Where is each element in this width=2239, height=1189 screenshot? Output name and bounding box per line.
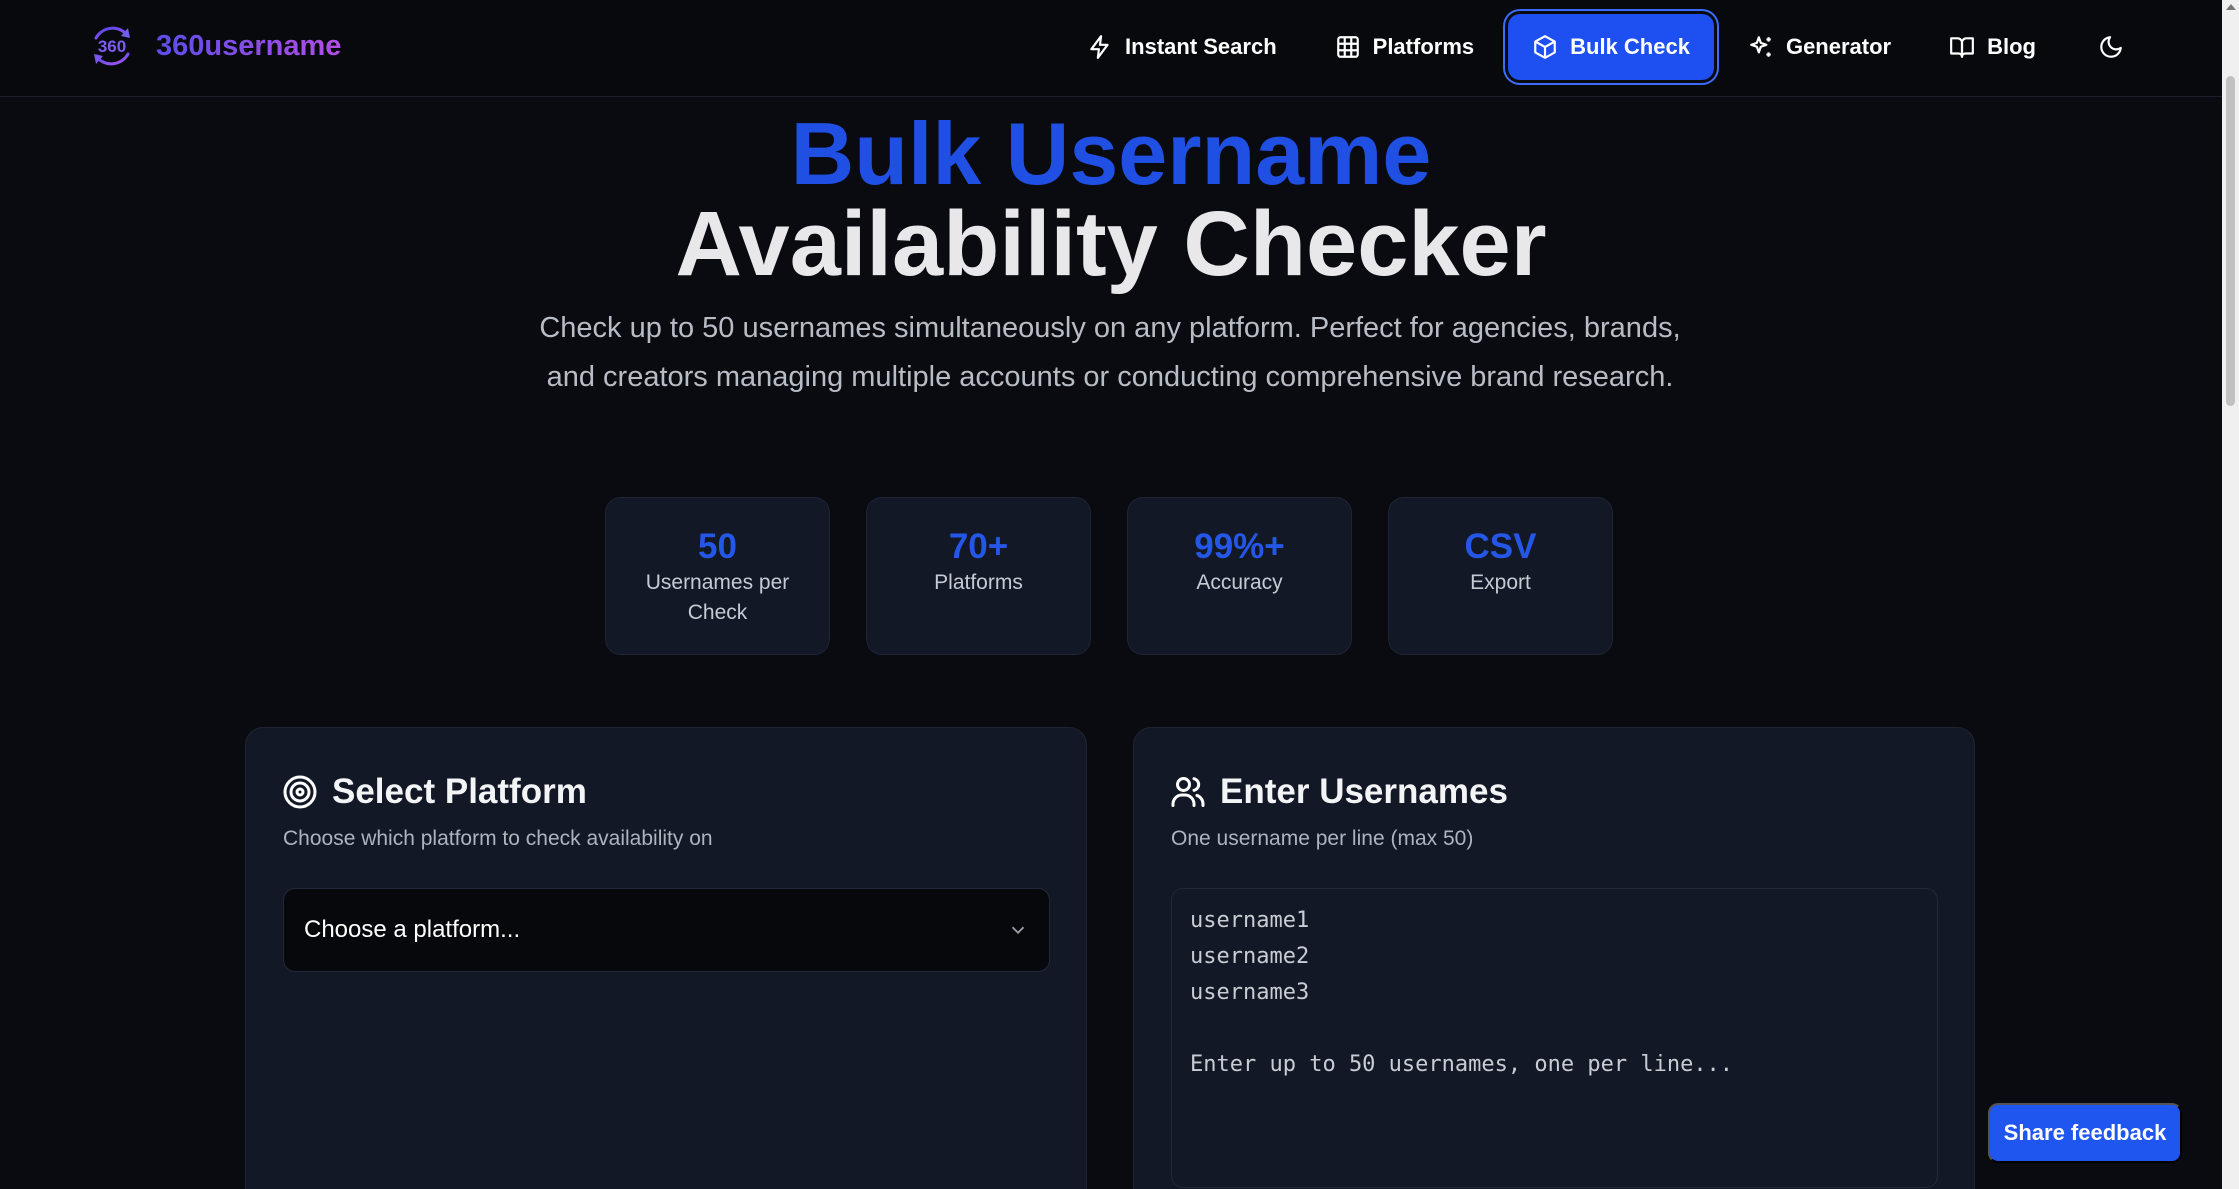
nav-label: Bulk Check <box>1570 34 1690 59</box>
stat-value: 70+ <box>948 527 1009 566</box>
nav-blog[interactable]: Blog <box>1925 14 2060 80</box>
nav-links: Instant Search Platforms Bulk Check Gene… <box>1063 14 2144 80</box>
stat-value: CSV <box>1464 527 1537 566</box>
select-platform-card: Select Platform Choose which platform to… <box>245 727 1087 1189</box>
page-title-line1: Bulk Username <box>790 104 1432 203</box>
scroll-up-arrow-icon[interactable] <box>2226 4 2236 10</box>
grid-icon <box>1336 36 1359 58</box>
card-title: Enter Usernames <box>1170 772 1508 812</box>
page: 360 360username Instant Search Platforms… <box>0 0 2239 1189</box>
page-scrollbar[interactable] <box>2222 0 2239 1189</box>
box-icon <box>1534 35 1556 59</box>
sparkles-icon <box>1750 36 1771 57</box>
nav-bulk-check[interactable]: Bulk Check <box>1508 14 1714 80</box>
platform-select[interactable]: Choose a platform... <box>283 888 1050 972</box>
card-title-text: Select Platform <box>332 772 587 811</box>
users-icon <box>1171 777 1205 807</box>
scrollbar-thumb[interactable] <box>2226 76 2235 406</box>
nav-label: Blog <box>1987 34 2036 59</box>
nav-label: Platforms <box>1372 34 1475 59</box>
card-title: Select Platform <box>282 772 587 812</box>
360-cycle-logo-icon: 360 <box>94 26 130 66</box>
stat-value: 99%+ <box>1194 527 1285 566</box>
bolt-icon <box>1090 35 1109 59</box>
brand-name: 360username <box>156 29 342 62</box>
stat-card: 50 Usernames per Check <box>605 497 830 655</box>
stat-value: 50 <box>698 527 737 566</box>
stat-label: Accuracy <box>1196 571 1283 594</box>
nav-platforms[interactable]: Platforms <box>1311 14 1498 80</box>
usernames-textarea[interactable]: username1 username2 username3 Enter up t… <box>1171 888 1938 1188</box>
nav-label: Instant Search <box>1125 34 1277 59</box>
stats-row: 50 Usernames per Check 70+ Platforms 99%… <box>605 497 1613 655</box>
stat-card: 99%+ Accuracy <box>1127 497 1352 655</box>
chevron-down-icon <box>1011 926 1025 935</box>
stat-label: Export <box>1470 571 1531 594</box>
stat-card: 70+ Platforms <box>866 497 1091 655</box>
nav-label: Generator <box>1785 34 1892 59</box>
stat-card: CSV Export <box>1388 497 1613 655</box>
card-subtitle: Choose which platform to check availabil… <box>283 827 713 850</box>
brand-link[interactable]: 360 360username <box>88 22 341 70</box>
enter-usernames-card: Enter Usernames One username per line (m… <box>1133 727 1975 1189</box>
nav-generator[interactable]: Generator <box>1724 14 1915 80</box>
top-nav: 360 360username Instant Search Platforms… <box>0 0 2222 97</box>
page-subtitle: Check up to 50 usernames simultaneously … <box>539 312 1681 393</box>
platform-select-value: Choose a platform... <box>304 916 521 943</box>
svg-text:360: 360 <box>98 37 126 56</box>
stat-label: Usernames per Check <box>645 571 790 624</box>
theme-toggle-button[interactable] <box>2078 14 2144 80</box>
card-subtitle: One username per line (max 50) <box>1171 827 1474 850</box>
stat-label: Platforms <box>934 571 1023 594</box>
page-title-line2: Availability Checker <box>675 193 1547 295</box>
card-title-text: Enter Usernames <box>1220 772 1508 811</box>
moon-icon <box>2100 36 2122 58</box>
book-icon <box>1950 37 1975 58</box>
nav-instant-search[interactable]: Instant Search <box>1063 14 1301 80</box>
target-icon <box>283 775 317 809</box>
share-feedback-button[interactable]: Share feedback <box>1988 1103 2182 1163</box>
